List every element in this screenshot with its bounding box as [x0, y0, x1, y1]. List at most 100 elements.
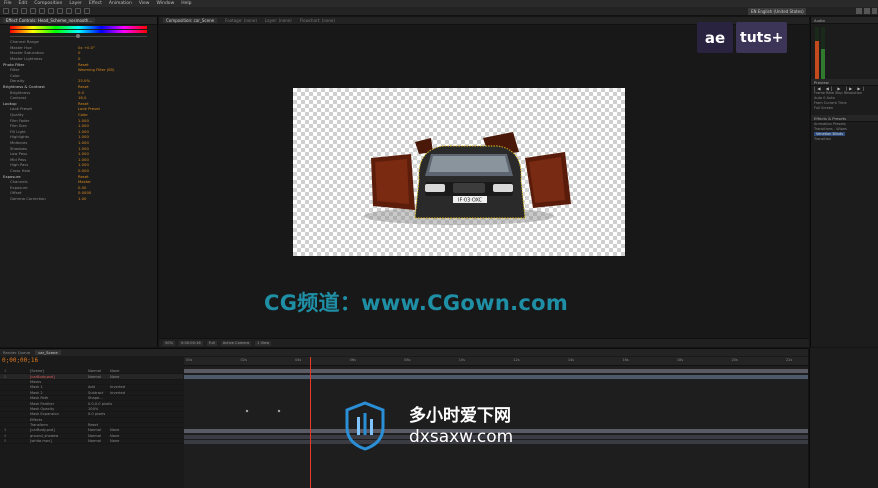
minimize-icon[interactable] — [856, 8, 862, 14]
property-value[interactable]: 18.0 — [78, 95, 86, 100]
menu-item-help[interactable]: Help — [181, 1, 191, 6]
layer-row[interactable]: 5 [white.mov] Normal None — [0, 439, 183, 445]
effects-presets-tab[interactable]: Effects & Presets — [811, 115, 878, 122]
property-value[interactable]: Color — [78, 112, 88, 117]
workspace-selector[interactable]: EN English (United States) — [748, 8, 806, 15]
text-tool-icon[interactable] — [66, 8, 72, 14]
menu-item-animation[interactable]: Animation — [109, 1, 132, 6]
property-value[interactable]: 1.000 — [78, 118, 89, 123]
property-value[interactable]: 25.0% — [78, 78, 90, 83]
rotate-tool-icon[interactable] — [30, 8, 36, 14]
layer-mode[interactable]: Normal — [88, 375, 110, 379]
close-icon[interactable] — [872, 8, 877, 14]
layer-mode[interactable]: Subtract — [88, 391, 110, 395]
layer-parent[interactable]: Inverted — [110, 385, 140, 389]
property-value[interactable]: Reset — [78, 84, 89, 89]
hand-tool-icon[interactable] — [12, 8, 18, 14]
layer-parent[interactable]: None — [110, 369, 140, 373]
layer-mode[interactable]: Reset — [88, 423, 110, 427]
layer-mode[interactable]: 0.0 pixels — [88, 412, 110, 416]
keyframe-marker[interactable] — [245, 409, 249, 413]
viewer-control[interactable]: 1 View — [255, 340, 272, 346]
viewer-tab[interactable]: Layer: (none) — [265, 18, 292, 23]
property-value[interactable]: 1.000 — [78, 151, 89, 156]
property-value[interactable]: Master — [78, 179, 91, 184]
camera-tool-icon[interactable] — [39, 8, 45, 14]
property-value[interactable]: 1.000 — [78, 157, 89, 162]
maximize-icon[interactable] — [864, 8, 870, 14]
pen-tool-icon[interactable] — [57, 8, 63, 14]
menu-item-view[interactable]: View — [139, 1, 150, 6]
layer-mode[interactable]: Add — [88, 385, 110, 389]
layer-mode[interactable]: Shape... — [88, 396, 110, 400]
layer-name[interactable]: Mask Feather — [30, 402, 88, 406]
property-value[interactable]: Reset — [78, 62, 89, 67]
layer-bar-2[interactable] — [184, 374, 808, 379]
layer-name[interactable]: [carBody.psd] — [30, 375, 88, 379]
viewer-control[interactable]: Active Camera — [220, 340, 252, 346]
property-value[interactable]: 1.000 — [78, 129, 89, 134]
property-value[interactable]: Look Preset — [78, 106, 100, 111]
effects-row-7[interactable]: Transition — [811, 137, 878, 142]
viewer-control[interactable]: 0:00:00:16 — [179, 340, 203, 346]
layer-name[interactable]: Mask Opacity — [30, 407, 88, 411]
layer-mode[interactable]: Normal — [88, 369, 110, 373]
layer-parent[interactable]: None — [110, 434, 140, 438]
zoom-tool-icon[interactable] — [21, 8, 27, 14]
pan-behind-tool-icon[interactable] — [48, 8, 54, 14]
layer-parent[interactable]: Inverted — [110, 391, 140, 395]
layer-name[interactable]: Effects — [30, 418, 88, 422]
viewer-tab[interactable]: Footage: (none) — [225, 18, 257, 23]
layer-parent[interactable]: None — [110, 428, 140, 432]
layer-mode[interactable]: 100% — [88, 407, 110, 411]
layer-name[interactable]: [carBody.psd] — [30, 428, 88, 432]
layer-parent[interactable]: None — [110, 375, 140, 379]
composition-canvas[interactable]: IF·03·OXC — [293, 88, 625, 256]
layer-mode[interactable]: Normal — [88, 428, 110, 432]
layer-name[interactable]: Transform — [30, 423, 88, 427]
layer-name[interactable]: Mask 2 — [30, 391, 88, 395]
layer-name[interactable]: [white.mov] — [30, 439, 88, 443]
viewer-control[interactable]: Full — [206, 340, 217, 346]
menu-item-composition[interactable]: Composition — [34, 1, 62, 6]
property-value[interactable]: 0.0 — [78, 90, 84, 95]
selection-tool-icon[interactable] — [3, 8, 9, 14]
audio-tab[interactable]: Audio — [811, 17, 878, 24]
layer-name[interactable]: Mask Expansion — [30, 412, 88, 416]
layer-parent[interactable]: None — [110, 439, 140, 443]
timeline-tab[interactable]: car_Scene — [35, 350, 61, 355]
property-value[interactable]: 1.00 — [78, 196, 86, 201]
layer-name[interactable]: Mask 1 — [30, 385, 88, 389]
property-value[interactable]: 1.000 — [78, 123, 89, 128]
property-value[interactable]: Reset — [78, 174, 89, 179]
effect-controls-tab[interactable]: Effect Controls: Head_Scheme_nosmooth... — [3, 18, 96, 23]
preview-tab[interactable]: Preview — [811, 79, 878, 86]
viewer-control[interactable]: 50% — [163, 340, 175, 346]
layer-bar-1[interactable] — [184, 369, 808, 373]
keyframe-marker[interactable] — [277, 409, 281, 413]
menu-item-edit[interactable]: Edit — [19, 1, 28, 6]
viewer-tab[interactable]: Composition: car_Scene — [163, 18, 218, 23]
property-value[interactable]: 0.0000 — [78, 190, 91, 195]
layer-mode[interactable]: 0.0,0.0 pixels — [88, 402, 112, 406]
brush-tool-icon[interactable] — [75, 8, 81, 14]
property-value[interactable]: 1.000 — [78, 134, 89, 139]
viewer-tab[interactable]: Flowchart: (none) — [300, 18, 335, 23]
layer-name[interactable]: [Scene] — [30, 369, 88, 373]
puppet-tool-icon[interactable] — [84, 8, 90, 14]
property-value[interactable]: 1.000 — [78, 140, 89, 145]
property-value[interactable]: 0.00 — [78, 185, 86, 190]
menu-item-file[interactable]: File — [4, 1, 12, 6]
property-value[interactable]: Warming Filter (85) — [78, 67, 115, 72]
layer-mode[interactable]: Normal — [88, 439, 110, 443]
layer-name[interactable]: ground_shadow — [30, 434, 88, 438]
timeline-tab[interactable]: Render Queue — [3, 350, 30, 355]
menu-item-effect[interactable]: Effect — [89, 1, 102, 6]
effect-property[interactable]: Gamma Correction 1.00 — [0, 196, 157, 202]
current-time-indicator[interactable] — [310, 357, 311, 488]
property-value[interactable]: 0x +0.0° — [78, 45, 95, 50]
property-value[interactable]: 1.000 — [78, 146, 89, 151]
hue-slider[interactable] — [10, 34, 147, 39]
layer-mode[interactable]: Normal — [88, 434, 110, 438]
time-ruler[interactable]: 00s 02s 04s 06s 08s 10s 12s 14s 16s 18s 20s 22s — [184, 357, 808, 366]
